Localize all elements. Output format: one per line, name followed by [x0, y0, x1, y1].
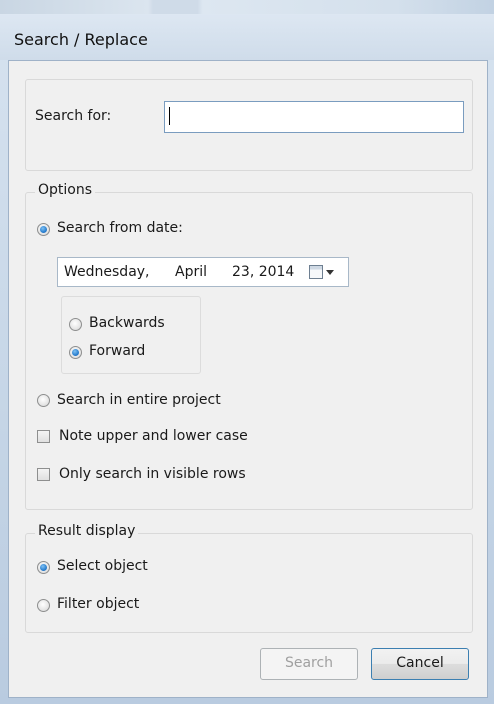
date-picker[interactable]: Wednesday, April 23, 2014 — [57, 257, 349, 287]
select-object-radio[interactable] — [37, 561, 50, 574]
visible-rows-checkbox[interactable] — [37, 468, 50, 481]
forward-radio[interactable] — [69, 346, 82, 359]
result-display-legend: Result display — [35, 523, 139, 539]
cancel-button[interactable]: Cancel — [371, 648, 469, 680]
match-case-checkbox[interactable] — [37, 430, 50, 443]
text-caret — [169, 107, 170, 125]
backwards-label[interactable]: Backwards — [89, 315, 165, 331]
filter-object-radio[interactable] — [37, 599, 50, 612]
window-title: Search / Replace — [14, 30, 148, 49]
search-button[interactable]: Search — [260, 648, 358, 680]
direction-group — [61, 296, 201, 374]
forward-label[interactable]: Forward — [89, 343, 145, 359]
search-from-date-radio[interactable] — [37, 223, 50, 236]
search-entire-project-label[interactable]: Search in entire project — [57, 392, 221, 408]
date-weekday[interactable]: Wednesday, — [64, 264, 150, 280]
filter-object-label[interactable]: Filter object — [57, 596, 139, 612]
date-day-year[interactable]: 23, 2014 — [232, 264, 294, 280]
dialog-client-area: Search for: Options Search from date: We… — [8, 60, 488, 698]
result-display-group — [25, 533, 473, 633]
backwards-radio[interactable] — [69, 318, 82, 331]
chevron-down-icon[interactable] — [326, 270, 334, 275]
search-input[interactable] — [164, 101, 464, 133]
background-window-strip — [0, 0, 494, 14]
match-case-label[interactable]: Note upper and lower case — [59, 428, 248, 444]
search-for-label: Search for: — [35, 108, 112, 124]
options-legend: Options — [35, 182, 96, 198]
search-entire-project-radio[interactable] — [37, 394, 50, 407]
search-from-date-label[interactable]: Search from date: — [57, 220, 183, 236]
calendar-icon[interactable] — [309, 265, 323, 279]
visible-rows-label[interactable]: Only search in visible rows — [59, 466, 246, 482]
select-object-label[interactable]: Select object — [57, 558, 148, 574]
date-month[interactable]: April — [175, 264, 207, 280]
